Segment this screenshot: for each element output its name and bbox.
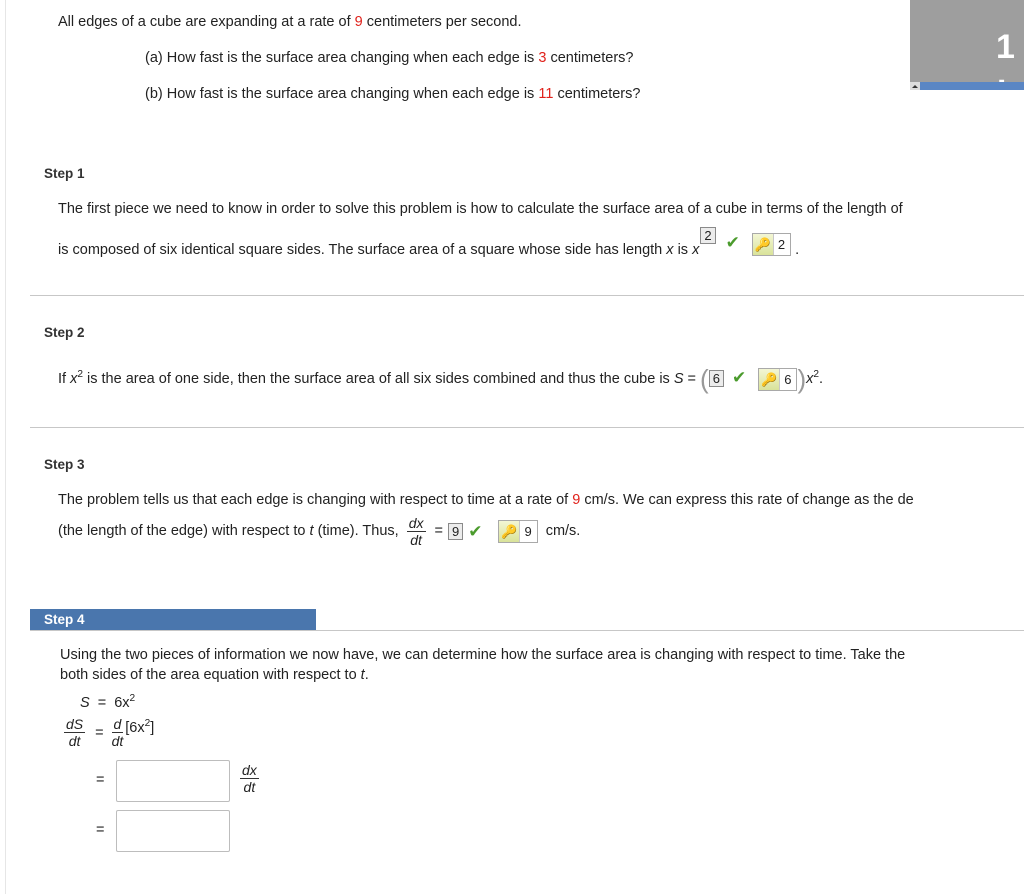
area-expression: 6x — [114, 694, 130, 711]
part-a-text: (a) How fast is the surface area changin… — [145, 50, 535, 66]
timer-widget: 1 : — [910, 0, 1024, 82]
key-icon: 🔑 — [499, 520, 521, 542]
step-2-label: Step 2 — [44, 325, 85, 340]
ds-dt-fraction: dS dt — [64, 716, 86, 749]
part-b-text: (b) How fast is the surface area changin… — [145, 86, 535, 102]
step-3-line-2: (the length of the edge) with respect to… — [58, 512, 580, 550]
var-x: x — [666, 242, 674, 258]
key-icon: 🔑 — [752, 233, 774, 255]
equation-1: S = 6x2 — [80, 693, 135, 711]
var-t: t — [309, 523, 314, 539]
step-3-line-2-text: (the length of the edge) with respect to — [58, 523, 306, 539]
open-paren: ( — [700, 364, 709, 394]
step-4-header: Step 4 — [30, 609, 316, 631]
d-dt-operator: d dt — [110, 716, 126, 749]
fraction-numerator: d — [111, 716, 124, 733]
var-x-base: x — [692, 242, 700, 258]
fraction-denominator: dt — [111, 733, 124, 749]
fraction-numerator: dS — [64, 716, 86, 733]
problem-text-end: centimeters per second. — [366, 14, 522, 30]
period: . — [819, 370, 824, 387]
problem-text: All edges of a cube are expanding at a r… — [58, 14, 351, 30]
step-3-text: The problem tells us that each edge is c… — [58, 492, 569, 508]
key-icon: 🔑 — [759, 368, 781, 390]
step-4-line-2: both sides of the area equation with res… — [60, 667, 369, 683]
dx-dt-fraction: dx dt — [240, 762, 259, 795]
step-1-label: Step 1 — [44, 166, 85, 181]
part-a-value: 3 — [538, 50, 547, 66]
answer-key-box[interactable]: 🔑 2 — [751, 232, 792, 256]
part-b-value: 11 — [538, 86, 554, 102]
body-close: ] — [150, 719, 155, 736]
key-answer: 6 — [784, 371, 792, 387]
close-paren: ) — [797, 364, 807, 394]
step-1-line-2-text: is composed of six identical square side… — [58, 242, 663, 258]
key-answer: 2 — [777, 236, 786, 252]
fraction-numerator: dx — [240, 762, 259, 779]
content-left-border — [5, 0, 6, 894]
period: . — [795, 242, 800, 258]
exponent: 2 — [77, 369, 83, 380]
step-3-text-end: cm/s. We can express this rate of change… — [584, 492, 914, 508]
problem-statement: All edges of a cube are expanding at a r… — [58, 14, 522, 30]
key-answer: 9 — [524, 523, 532, 539]
part-b-unit: centimeters? — [557, 86, 641, 102]
part-a-unit: centimeters? — [550, 50, 634, 66]
step-2-body: is the area of one side, then the surfac… — [87, 370, 670, 387]
equals: = — [95, 724, 104, 741]
part-a: (a) How fast is the surface area changin… — [145, 50, 633, 66]
var-s: S — [80, 694, 90, 711]
step-2-answer: 6 — [708, 369, 724, 387]
equation-2: dS dt = d dt [6x2] — [64, 716, 154, 749]
timer-progress-bar — [910, 82, 1024, 90]
step-2-text: If x2 is the area of one side, then the … — [58, 363, 824, 394]
answer-key-box[interactable]: 🔑 9 — [498, 519, 538, 543]
derivative-body: [6x2] — [125, 718, 154, 736]
fraction-numerator: dx — [406, 514, 426, 532]
derivative-input-1[interactable] — [116, 760, 230, 802]
step-1-text: The first piece we need to know in order… — [58, 201, 903, 217]
unit: cm/s. — [545, 523, 581, 539]
rate-value: 9 — [572, 492, 581, 508]
fraction-denominator: dt — [68, 733, 81, 749]
is-word: is — [677, 242, 689, 258]
step-4-label: Step 4 — [44, 612, 85, 627]
caret-up-icon — [912, 85, 918, 88]
if-word: If — [58, 370, 67, 387]
body-open: [6x — [125, 719, 145, 736]
step-4-line-2-text: both sides of the area equation with res… — [60, 667, 357, 683]
equals-sign-3: = — [96, 772, 105, 788]
step-3-line-1: The problem tells us that each edge is c… — [58, 492, 914, 508]
step-4-divider — [30, 630, 1024, 631]
answer-key-box[interactable]: 🔑 6 — [758, 367, 798, 391]
timer-text: 1 : — [996, 28, 1015, 82]
divider — [30, 295, 1024, 296]
fraction-denominator: dt — [410, 531, 422, 548]
dx-dt-fraction: dx dt — [406, 514, 426, 548]
eq3-dx-dt: dx dt — [240, 762, 259, 795]
step-3-label: Step 3 — [44, 457, 85, 472]
thus-text: (time). Thus, — [317, 523, 399, 539]
rate-value: 9 — [354, 14, 363, 30]
derivative-input-2[interactable] — [116, 810, 230, 852]
check-icon: ✔ — [731, 367, 747, 387]
check-icon: ✔ — [468, 521, 483, 541]
divider — [30, 427, 1024, 428]
step-3-answer: 9 — [447, 522, 464, 540]
equals: = — [687, 370, 696, 387]
part-b: (b) How fast is the surface area changin… — [145, 86, 640, 102]
equals: = — [97, 694, 107, 711]
equals-sign-4: = — [96, 822, 105, 838]
exponent: 2 — [129, 693, 136, 704]
var-s: S — [673, 370, 684, 387]
step-4-line-1: Using the two pieces of information we n… — [60, 647, 906, 663]
check-icon: ✔ — [725, 233, 740, 252]
timer-collapse-button[interactable] — [910, 82, 920, 90]
equals: = — [434, 523, 443, 539]
step-1-line-2: is composed of six identical square side… — [58, 227, 800, 258]
period: . — [364, 667, 369, 683]
step-1-answer: 2 — [700, 227, 716, 244]
fraction-denominator: dt — [243, 779, 256, 795]
